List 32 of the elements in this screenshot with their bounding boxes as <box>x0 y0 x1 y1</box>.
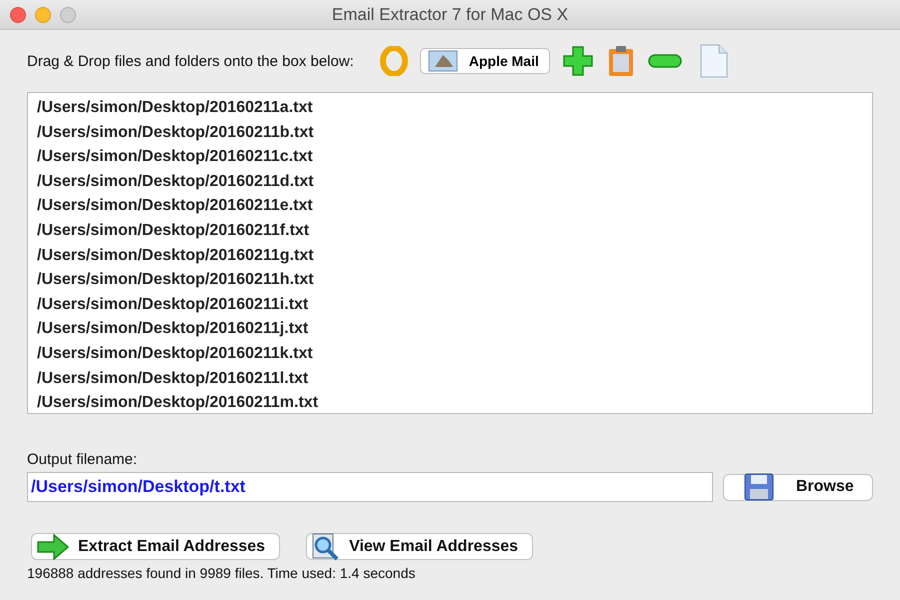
file-path[interactable]: /Users/simon/Desktop/20160211m.txt <box>37 391 872 416</box>
file-path[interactable]: /Users/simon/Desktop/20160211k.txt <box>37 342 872 367</box>
minimize-button[interactable] <box>35 6 51 22</box>
arrow-icon <box>36 534 70 560</box>
floppy-icon <box>744 473 774 501</box>
file-path[interactable]: /Users/simon/Desktop/20160211g.txt <box>37 244 872 268</box>
output-field[interactable]: /Users/simon/Desktop/t.txt <box>27 472 713 502</box>
status-text: 196888 addresses found in 9989 files. Time used: 1.4 seconds <box>27 565 416 581</box>
window-title: Email Extractor 7 for Mac OS X <box>332 4 568 24</box>
file-path[interactable]: /Users/simon/Desktop/20160211i.txt <box>37 292 872 318</box>
instruction-label: Drag & Drop files and folders onto the box below: <box>27 52 354 70</box>
file-path[interactable]: /Users/simon/Desktop/20160211c.txt <box>37 145 872 170</box>
file-path[interactable]: /Users/simon/Desktop/20160211b.txt <box>37 120 872 146</box>
zoom-button[interactable] <box>60 6 76 22</box>
close-button[interactable] <box>10 6 26 22</box>
document-icon[interactable] <box>700 44 728 78</box>
file-path[interactable]: /Users/simon/Desktop/20160211l.txt <box>37 366 872 392</box>
plus-icon[interactable] <box>562 45 594 77</box>
ring-icon[interactable] <box>380 46 408 76</box>
apple-mail-button[interactable]: Apple Mail <box>420 48 550 74</box>
view-button[interactable]: View Email Addresses <box>306 533 534 560</box>
browse-button[interactable]: Browse <box>723 474 873 500</box>
file-path[interactable]: /Users/simon/Desktop/20160211d.txt <box>37 170 872 194</box>
minus-icon[interactable] <box>648 54 682 68</box>
file-path[interactable]: /Users/simon/Desktop/20160211h.txt <box>37 268 872 293</box>
extract-button[interactable]: Extract Email Addresses <box>31 533 280 560</box>
file-path[interactable]: /Users/simon/Desktop/20160211j.txt <box>37 317 872 342</box>
file-list[interactable] <box>27 92 873 414</box>
file-path[interactable]: /Users/simon/Desktop/20160211f.txt <box>37 218 872 244</box>
output-label: Output filename: <box>27 451 138 468</box>
file-path[interactable]: /Users/simon/Desktop/20160211a.txt <box>37 96 872 121</box>
file-path[interactable]: /Users/simon/Desktop/20160211e.txt <box>37 194 872 219</box>
